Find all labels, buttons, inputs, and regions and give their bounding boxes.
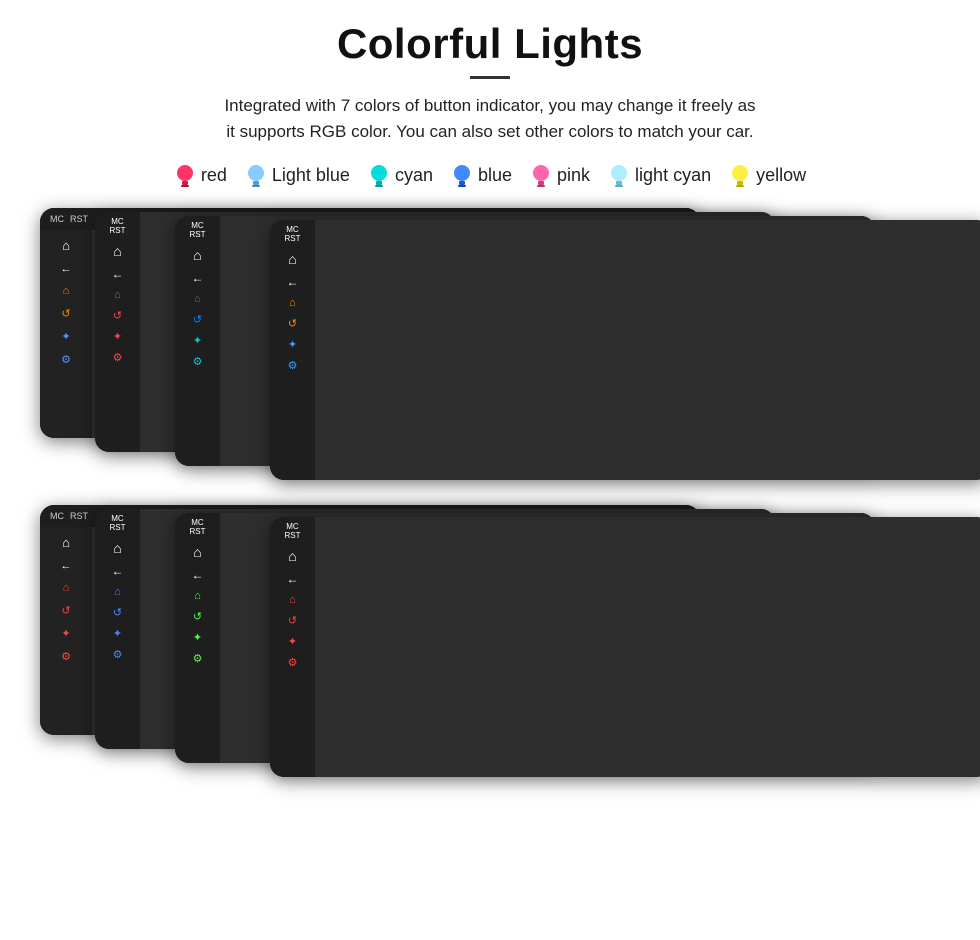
top-screen-stack: MCRST ⌂ ← ⌂ ↺ ✦ ⚙ MCRST ⌂: [40, 208, 940, 493]
color-item-lightblue: Light blue: [245, 162, 350, 190]
color-item-lightcyan: light cyan: [608, 162, 711, 190]
screens-section: MCRST ⌂ ← ⌂ ↺ ✦ ⚙ MCRST ⌂: [40, 208, 940, 790]
title-divider: [470, 76, 510, 79]
sidebar-icons: ⌂ ← ⌂ ↺ ✦ ⚙: [40, 230, 92, 438]
sidebar-icons-bottom: ⌂ ← ⌂ ↺ ✦ ⚙: [40, 527, 92, 735]
color-item-red: red: [174, 162, 227, 190]
page: Colorful Lights Integrated with 7 colors…: [0, 0, 980, 940]
color-item-yellow: yellow: [729, 162, 806, 190]
color-indicator-list: red Light blue cyan blue pink: [174, 162, 806, 190]
color-item-pink: pink: [530, 162, 590, 190]
color-label-blue: blue: [478, 165, 512, 186]
bottom-screen-stack: MCRST ⌂ ← ⌂ ↺ ✦ ⚙ MCRST ⌂: [40, 505, 940, 790]
color-label-lightcyan: light cyan: [635, 165, 711, 186]
pink-bulb-icon: [530, 162, 552, 190]
color-label-pink: pink: [557, 165, 590, 186]
description-text: Integrated with 7 colors of button indic…: [224, 93, 755, 146]
lightblue-bulb-icon: [245, 162, 267, 190]
screen-bottom-back-4: MCRST ⌂ ← ⌂ ↺ ✦ ⚙: [270, 517, 980, 777]
screen-back-4: MCRST ⌂ ← ⌂ ↺ ✦ ⚙: [270, 220, 980, 480]
color-label-cyan: cyan: [395, 165, 433, 186]
blue-bulb-icon: [451, 162, 473, 190]
cyan-bulb-icon: [368, 162, 390, 190]
color-label-lightblue: Light blue: [272, 165, 350, 186]
red-bulb-icon: [174, 162, 196, 190]
color-label-yellow: yellow: [756, 165, 806, 186]
yellow-bulb-icon: [729, 162, 751, 190]
color-item-cyan: cyan: [368, 162, 433, 190]
lightcyan-bulb-icon: [608, 162, 630, 190]
color-item-blue: blue: [451, 162, 512, 190]
page-title: Colorful Lights: [337, 20, 643, 68]
color-label-red: red: [201, 165, 227, 186]
